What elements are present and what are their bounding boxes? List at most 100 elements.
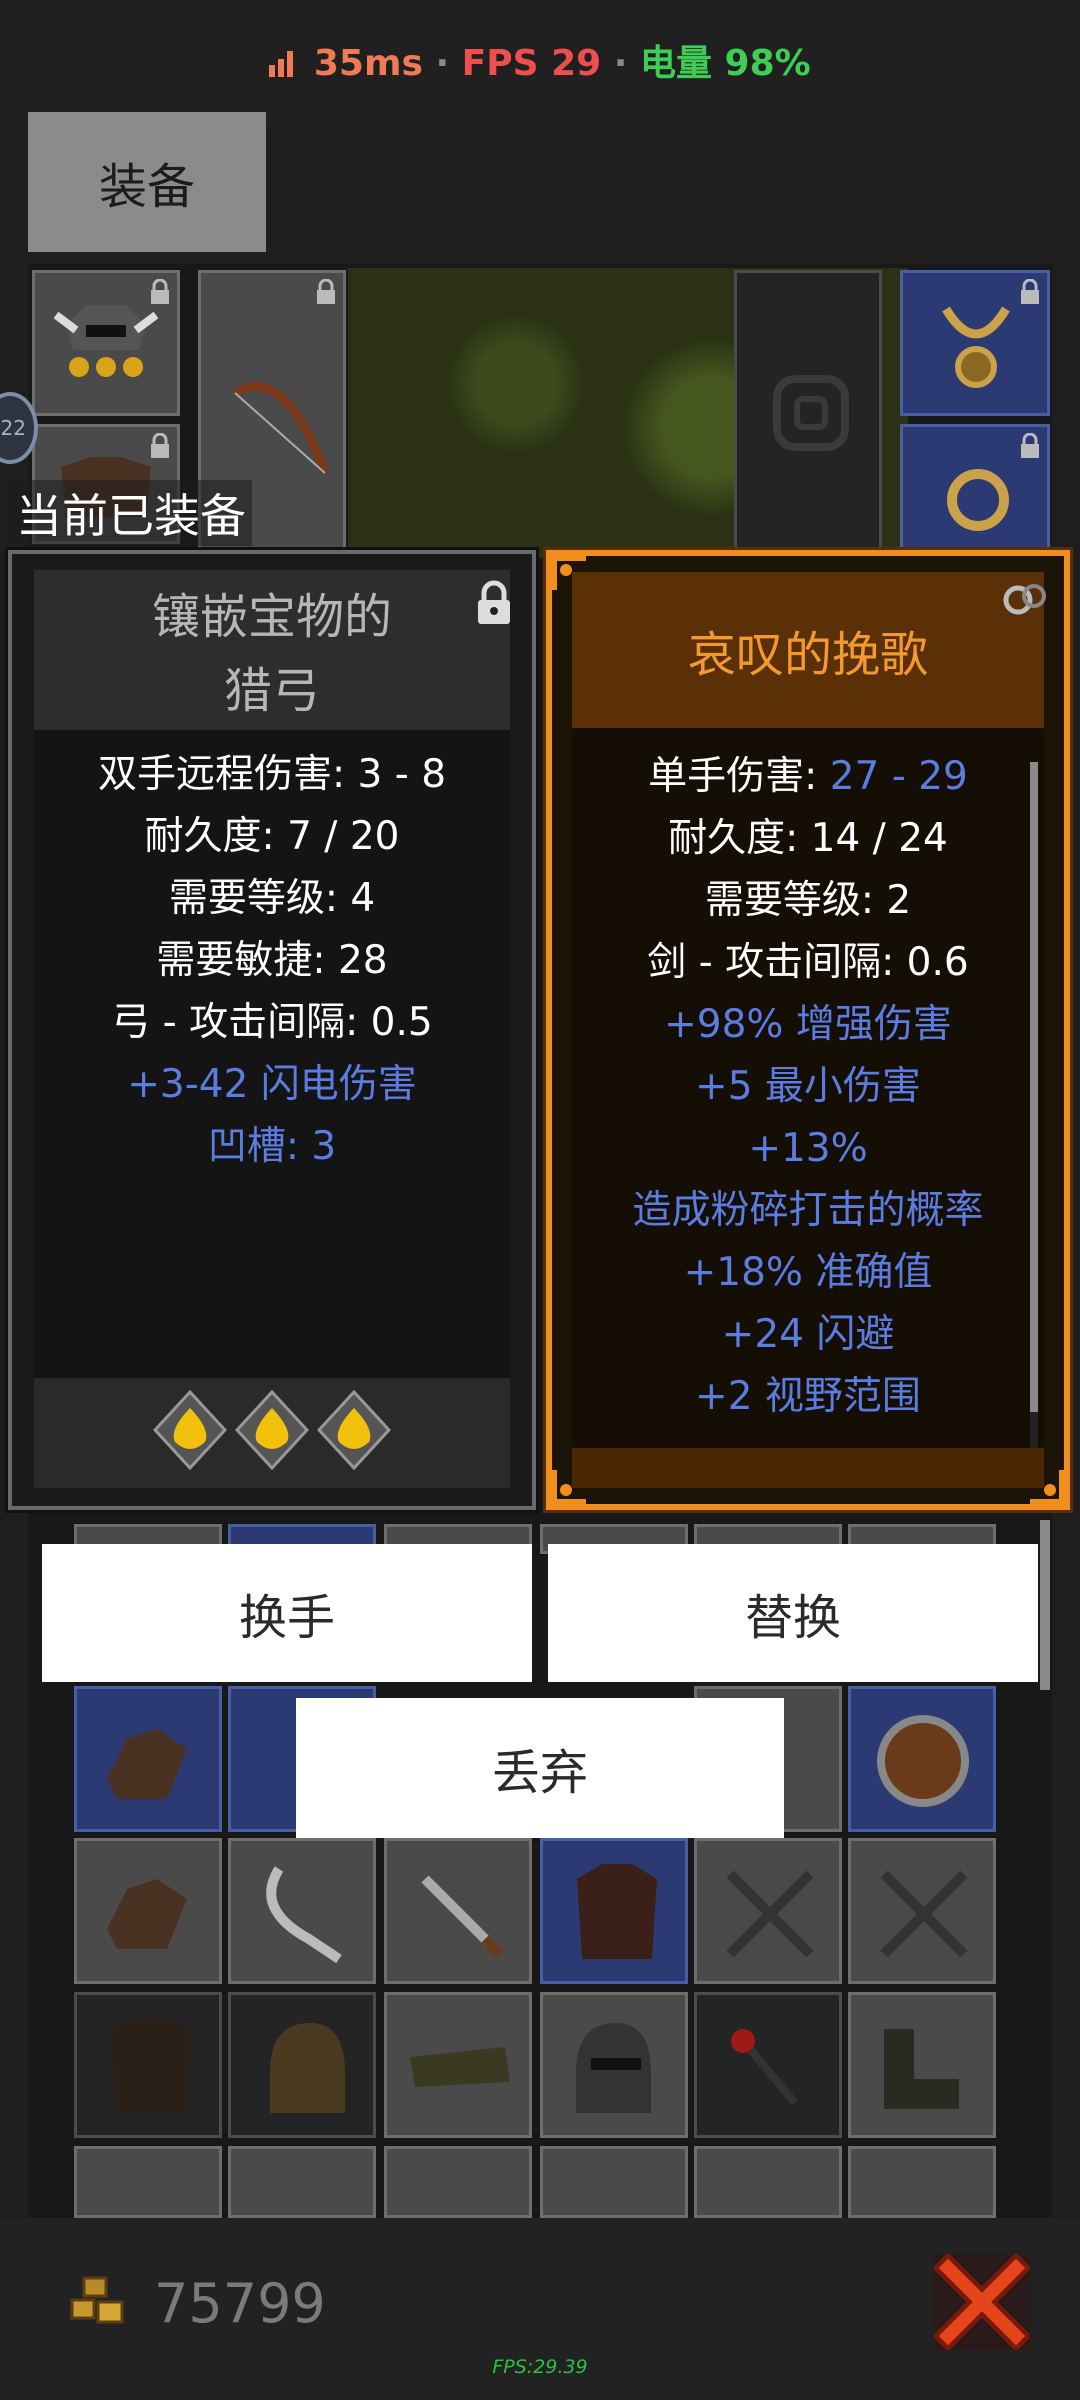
dagger-icon — [421, 1875, 504, 1958]
stats-scrollbar-track — [1030, 1412, 1038, 1448]
ring-icon — [947, 469, 1009, 531]
helmet-icon — [53, 305, 159, 377]
item-stats: 双手远程伤害: 3 - 8 耐久度: 7 / 20 需要等级: 4 需要敏捷: … — [34, 730, 510, 1378]
corner-ornament-icon — [552, 556, 586, 590]
crossed-swords-icon — [880, 1870, 968, 1958]
equip-slot-offhand[interactable] — [734, 270, 882, 550]
damage-stat-line: 单手伤害: 27 - 29 — [572, 746, 1044, 808]
lock-icon — [1021, 279, 1039, 304]
equip-slot-amulet[interactable] — [900, 270, 1050, 416]
lock-icon — [478, 580, 510, 624]
gloves-icon — [107, 1729, 187, 1799]
lock-icon — [151, 433, 169, 458]
item-title-line1: 镶嵌宝物的 — [151, 589, 392, 645]
stat-line: 弓 - 攻击间隔: 0.5 — [111, 1000, 433, 1045]
equip-slot-helmet[interactable] — [32, 270, 180, 416]
inventory-slot[interactable] — [74, 1686, 222, 1832]
damage-label: 单手伤害: — [648, 754, 830, 799]
inventory-slot[interactable] — [228, 2146, 376, 2218]
bow-icon — [232, 382, 330, 475]
close-icon[interactable] — [934, 2254, 1030, 2350]
gloves-icon — [107, 1879, 187, 1949]
swap-hand-button[interactable]: 换手 — [42, 1544, 532, 1682]
inventory-slot[interactable] — [694, 1992, 842, 2138]
separator: · — [435, 43, 450, 84]
gold-coins-icon — [70, 2276, 124, 2324]
empty-slot-icon — [773, 375, 849, 451]
inventory-slot[interactable] — [848, 1686, 996, 1832]
amulet-icon — [942, 306, 1010, 388]
discard-button[interactable]: 丢弃 — [296, 1698, 784, 1838]
stat-line: 需要敏捷: 28 — [156, 938, 388, 983]
gem-socket-icon — [317, 1390, 391, 1470]
lock-icon — [1021, 433, 1039, 458]
stat-line: 需要等级: 4 — [168, 876, 376, 921]
equipped-item-panel: 镶嵌宝物的 猎弓 双手远程伤害: 3 - 8 耐久度: 7 / 20 需要等级:… — [5, 547, 539, 1513]
sockets-row — [34, 1378, 510, 1488]
inventory-slot[interactable] — [384, 2146, 532, 2218]
tab-equipment[interactable]: 装备 — [28, 112, 266, 252]
inventory-slot[interactable] — [540, 1838, 688, 1984]
gem-socket-icon — [235, 1390, 309, 1470]
stat-line: 双手远程伤害: 3 - 8 — [97, 752, 447, 797]
lock-icon — [317, 279, 335, 304]
boots-icon — [884, 2029, 959, 2109]
inventory-slot[interactable] — [74, 1992, 222, 2138]
magic-stat-line: 造成粉碎打击的概率 — [632, 1188, 984, 1233]
inventory-slot[interactable] — [384, 1838, 532, 1984]
inventory-slot[interactable] — [694, 2146, 842, 2218]
status-text: 35ms · FPS 29 · 电量 98% — [0, 34, 1080, 86]
damage-value: 27 - 29 — [829, 754, 968, 799]
wand-icon — [731, 2029, 799, 2106]
inventory-slot[interactable] — [384, 1992, 532, 2138]
item-stats: 单手伤害: 27 - 29 耐久度: 14 / 24 需要等级: 2 剑 - 攻… — [572, 728, 1044, 1448]
inventory-slot[interactable] — [540, 2146, 688, 2218]
crossed-swords-icon — [726, 1870, 814, 1958]
inventory-slot[interactable] — [848, 1992, 996, 2138]
item-footer — [572, 1448, 1044, 1488]
scimitar-icon — [266, 1866, 342, 1964]
battery-text: 电量 98% — [640, 43, 811, 84]
gold-amount: 75799 — [154, 2272, 326, 2335]
magic-stat-line: 凹槽: 3 — [207, 1124, 337, 1169]
helmet-icon — [576, 2023, 651, 2113]
inventory-slot[interactable] — [228, 1838, 376, 1984]
magic-stat-line: +5 最小伤害 — [695, 1064, 921, 1109]
equipped-label: 当前已装备 — [10, 480, 252, 546]
stat-line: 需要等级: 2 — [704, 878, 912, 923]
shield-icon — [877, 1715, 969, 1807]
stat-line: 耐久度: 7 / 20 — [144, 814, 400, 859]
helmet-icon — [270, 2023, 345, 2113]
item-title: 哀叹的挽歌 — [572, 572, 1044, 728]
leather-armor-icon — [577, 1864, 657, 1959]
inventory-slot[interactable] — [848, 2146, 996, 2218]
latency-text: 35ms — [313, 43, 423, 84]
fps-text: FPS 29 — [461, 43, 602, 84]
signal-bars-icon — [269, 51, 294, 77]
equip-slot-ring[interactable] — [900, 424, 1050, 550]
inventory-slot[interactable] — [228, 1992, 376, 2138]
magic-stat-line: +18% 准确值 — [683, 1250, 933, 1295]
item-title: 镶嵌宝物的 猎弓 — [34, 570, 510, 730]
inventory-slot[interactable] — [74, 1838, 222, 1984]
item-title-line2: 猎弓 — [223, 663, 320, 719]
armor-icon — [111, 2018, 191, 2113]
fps-counter: FPS:29.39 — [492, 2356, 588, 2378]
belt-icon — [410, 2047, 510, 2087]
compare-item-panel: 哀叹的挽歌 单手伤害: 27 - 29 耐久度: 14 / 24 需要等级: 2… — [543, 547, 1073, 1513]
magic-stat-line: +98% 增强伤害 — [664, 1002, 952, 1047]
stats-scrollbar[interactable] — [1030, 762, 1038, 1412]
inventory-slot[interactable] — [848, 1838, 996, 1984]
magic-stat-line: +13% — [748, 1126, 868, 1171]
magic-stat-line: +3-42 闪电伤害 — [127, 1062, 417, 1107]
magic-stat-line: +2 视野范围 — [695, 1374, 921, 1419]
lock-icon — [151, 279, 169, 304]
inventory-scrollbar[interactable] — [1040, 1520, 1050, 1690]
separator: · — [613, 43, 628, 84]
inventory-slot[interactable] — [540, 1992, 688, 2138]
inventory-slot[interactable] — [694, 1838, 842, 1984]
inventory-slot[interactable] — [74, 2146, 222, 2218]
stat-line: 耐久度: 14 / 24 — [668, 816, 948, 861]
replace-button[interactable]: 替换 — [548, 1544, 1038, 1682]
ring-icon — [1003, 584, 1046, 615]
